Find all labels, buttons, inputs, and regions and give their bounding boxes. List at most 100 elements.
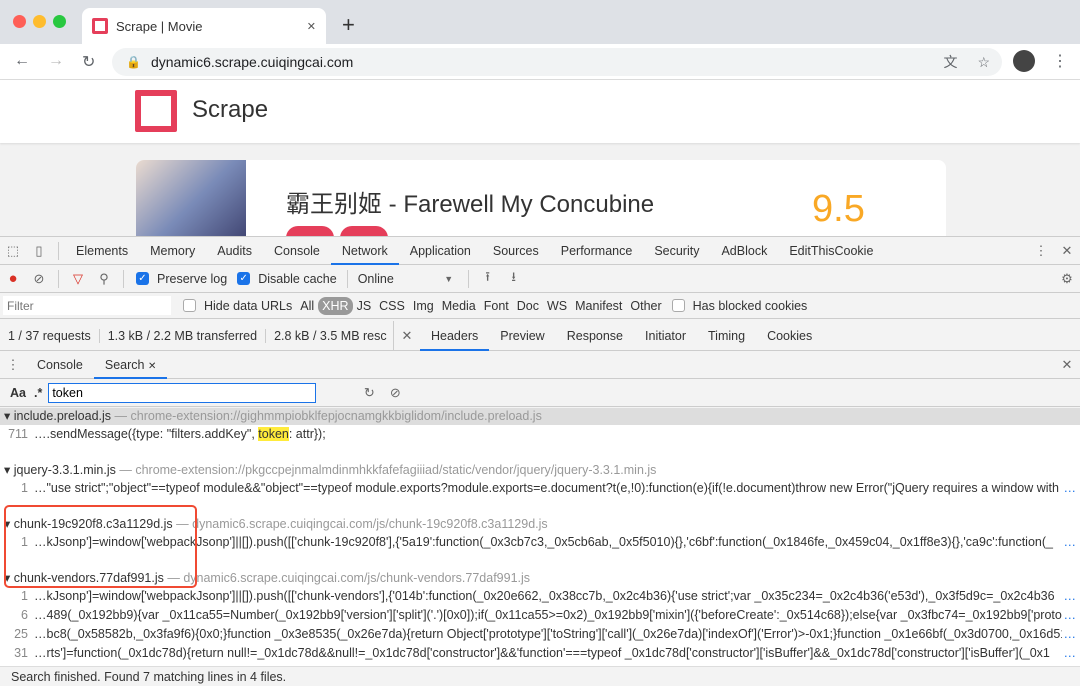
- movie-title[interactable]: 霸王别姬 - Farewell My Concubine: [286, 184, 654, 219]
- device-toolbar-icon[interactable]: ▯: [30, 243, 48, 259]
- site-brand[interactable]: Scrape: [192, 96, 268, 124]
- search-icon[interactable]: ⚲: [95, 271, 113, 287]
- refresh-search-icon[interactable]: ↻: [360, 385, 378, 401]
- regex-toggle[interactable]: .*: [30, 386, 46, 400]
- separator: —: [111, 409, 131, 423]
- bookmark-star-icon[interactable]: ☆: [977, 54, 990, 71]
- new-tab-button[interactable]: +: [342, 12, 355, 38]
- search-input[interactable]: [48, 382, 317, 403]
- clear-icon[interactable]: ⊘: [30, 271, 48, 287]
- chevron-down-icon[interactable]: ▼: [440, 274, 458, 284]
- line-text-after: : attr});: [288, 427, 326, 441]
- detail-tab-initiator[interactable]: Initiator: [634, 321, 697, 351]
- more-ellipsis[interactable]: …: [1061, 479, 1076, 498]
- line-number: 31: [14, 646, 28, 660]
- disable-cache-checkbox[interactable]: ✓: [237, 272, 251, 285]
- detail-tab-response[interactable]: Response: [556, 321, 634, 351]
- avatar[interactable]: [1013, 50, 1035, 72]
- preserve-log-checkbox[interactable]: ✓: [136, 272, 149, 285]
- line-number: 25: [14, 627, 28, 641]
- annotation-highlight-box: [4, 505, 197, 588]
- more-ellipsis[interactable]: …: [1061, 606, 1076, 625]
- filter-type-doc[interactable]: Doc: [513, 299, 543, 313]
- close-drawer-icon[interactable]: ✕: [1058, 357, 1076, 373]
- clear-search-icon[interactable]: ⊘: [386, 385, 404, 401]
- drawer-menu-icon[interactable]: ⋮: [4, 357, 22, 373]
- forward-icon[interactable]: →: [48, 52, 64, 70]
- tab-security[interactable]: Security: [643, 237, 710, 265]
- drawer-tab-console[interactable]: Console: [26, 351, 94, 379]
- close-tab-icon[interactable]: ✕: [307, 20, 316, 33]
- detail-tab-cookies[interactable]: Cookies: [756, 321, 823, 351]
- filter-type-manifest[interactable]: Manifest: [571, 299, 626, 313]
- close-search-icon[interactable]: ✕: [148, 361, 156, 372]
- more-ellipsis[interactable]: …: [1061, 533, 1076, 552]
- close-window-button[interactable]: [13, 15, 26, 28]
- filter-type-media[interactable]: Media: [438, 299, 480, 313]
- result-line[interactable]: 31 …rts']=function(_0x1dc78d){return null…: [0, 644, 1080, 663]
- match-case-toggle[interactable]: Aa: [6, 386, 30, 400]
- filter-type-ws[interactable]: WS: [543, 299, 571, 313]
- tab-elements[interactable]: Elements: [65, 237, 139, 265]
- line-text: ….sendMessage({type: "filters.addKey",: [34, 427, 259, 441]
- filter-type-xhr[interactable]: XHR: [318, 296, 353, 315]
- detail-tab-timing[interactable]: Timing: [697, 321, 756, 351]
- expand-triangle-icon[interactable]: ▾: [4, 409, 14, 423]
- filter-type-font[interactable]: Font: [480, 299, 513, 313]
- tab-performance[interactable]: Performance: [550, 237, 644, 265]
- tab-memory[interactable]: Memory: [139, 237, 206, 265]
- filter-type-css[interactable]: CSS: [375, 299, 409, 313]
- result-file-header[interactable]: ▾ include.preload.js — chrome-extension:…: [0, 408, 1080, 425]
- tab-adblock[interactable]: AdBlock: [710, 237, 778, 265]
- more-ellipsis[interactable]: …: [1061, 625, 1076, 644]
- import-har-icon[interactable]: ⭱: [479, 268, 497, 290]
- record-icon[interactable]: ●: [4, 270, 22, 287]
- drawer-tab-search[interactable]: Search ✕: [93, 351, 168, 379]
- tab-network[interactable]: Network: [330, 237, 399, 265]
- hide-data-urls-checkbox[interactable]: [183, 299, 196, 312]
- browser-tab[interactable]: Scrape | Movie ✕: [82, 8, 326, 44]
- filter-type-other[interactable]: Other: [626, 299, 665, 313]
- scrape-logo-icon[interactable]: [135, 90, 177, 132]
- filter-type-js[interactable]: JS: [353, 299, 376, 313]
- result-line[interactable]: 25 …bc8(_0x58582b,_0x3fa9f6){0x0;}functio…: [0, 625, 1080, 644]
- tab-application[interactable]: Application: [399, 237, 482, 265]
- line-text: …bc8(_0x58582b,_0x3fa9f6){0x0;}function …: [34, 627, 1068, 641]
- back-icon[interactable]: ←: [14, 52, 30, 70]
- expand-triangle-icon[interactable]: ▾: [4, 463, 14, 477]
- has-blocked-cookies-checkbox[interactable]: [671, 299, 685, 312]
- detail-tab-headers[interactable]: Headers: [420, 321, 490, 351]
- network-toolbar: ● ⊘ ▽ ⚲ ✓ Preserve log ✓ Disable cache Onl…: [0, 265, 1080, 293]
- detail-tab-preview[interactable]: Preview: [489, 321, 555, 351]
- inspect-element-icon[interactable]: ⬚: [4, 243, 22, 259]
- result-line[interactable]: 711 ….sendMessage({type: "filters.addKey"…: [0, 425, 1080, 444]
- tab-audits[interactable]: Audits: [206, 237, 263, 265]
- lock-icon: 🔒: [126, 55, 141, 69]
- tab-sources[interactable]: Sources: [482, 237, 550, 265]
- settings-gear-icon[interactable]: ⚙: [1058, 271, 1076, 287]
- tab-editthiscookie[interactable]: EditThisCookie: [778, 237, 884, 265]
- more-ellipsis[interactable]: …: [1061, 644, 1076, 663]
- reload-icon[interactable]: ↻: [82, 52, 95, 72]
- minimize-window-button[interactable]: [33, 15, 46, 28]
- address-bar[interactable]: 🔒 dynamic6.scrape.cuiqingcai.com 文 ☆: [112, 48, 1002, 76]
- line-text: …"use strict";"object"==typeof module&&"…: [34, 481, 1059, 495]
- filter-input[interactable]: [3, 296, 171, 315]
- filter-type-all[interactable]: All: [296, 299, 318, 313]
- throttle-select[interactable]: Online: [354, 272, 436, 286]
- translate-icon[interactable]: 文: [943, 52, 957, 72]
- filter-type-img[interactable]: Img: [409, 299, 438, 313]
- result-line[interactable]: 1 …kJsonp']=window['webpackJsonp']||[]).p…: [0, 587, 1080, 606]
- devtools-menu-icon[interactable]: ⋮: [1032, 243, 1050, 259]
- result-line[interactable]: 6 …489(_0x192bb9){var _0x11ca55=Number(_0…: [0, 606, 1080, 625]
- result-file-header[interactable]: ▾ jquery-3.3.1.min.js — chrome-extension…: [0, 462, 1080, 479]
- maximize-window-button[interactable]: [53, 15, 66, 28]
- export-har-icon[interactable]: ⭳: [505, 268, 523, 290]
- close-devtools-icon[interactable]: ✕: [1058, 243, 1076, 259]
- result-line[interactable]: 1 …"use strict";"object"==typeof module&&…: [0, 479, 1080, 498]
- menu-kebab-icon[interactable]: ⋮: [1052, 51, 1068, 71]
- close-detail-icon[interactable]: ✕: [398, 328, 416, 344]
- filter-icon[interactable]: ▽: [69, 271, 87, 287]
- tab-console[interactable]: Console: [263, 237, 331, 265]
- more-ellipsis[interactable]: …: [1061, 587, 1076, 606]
